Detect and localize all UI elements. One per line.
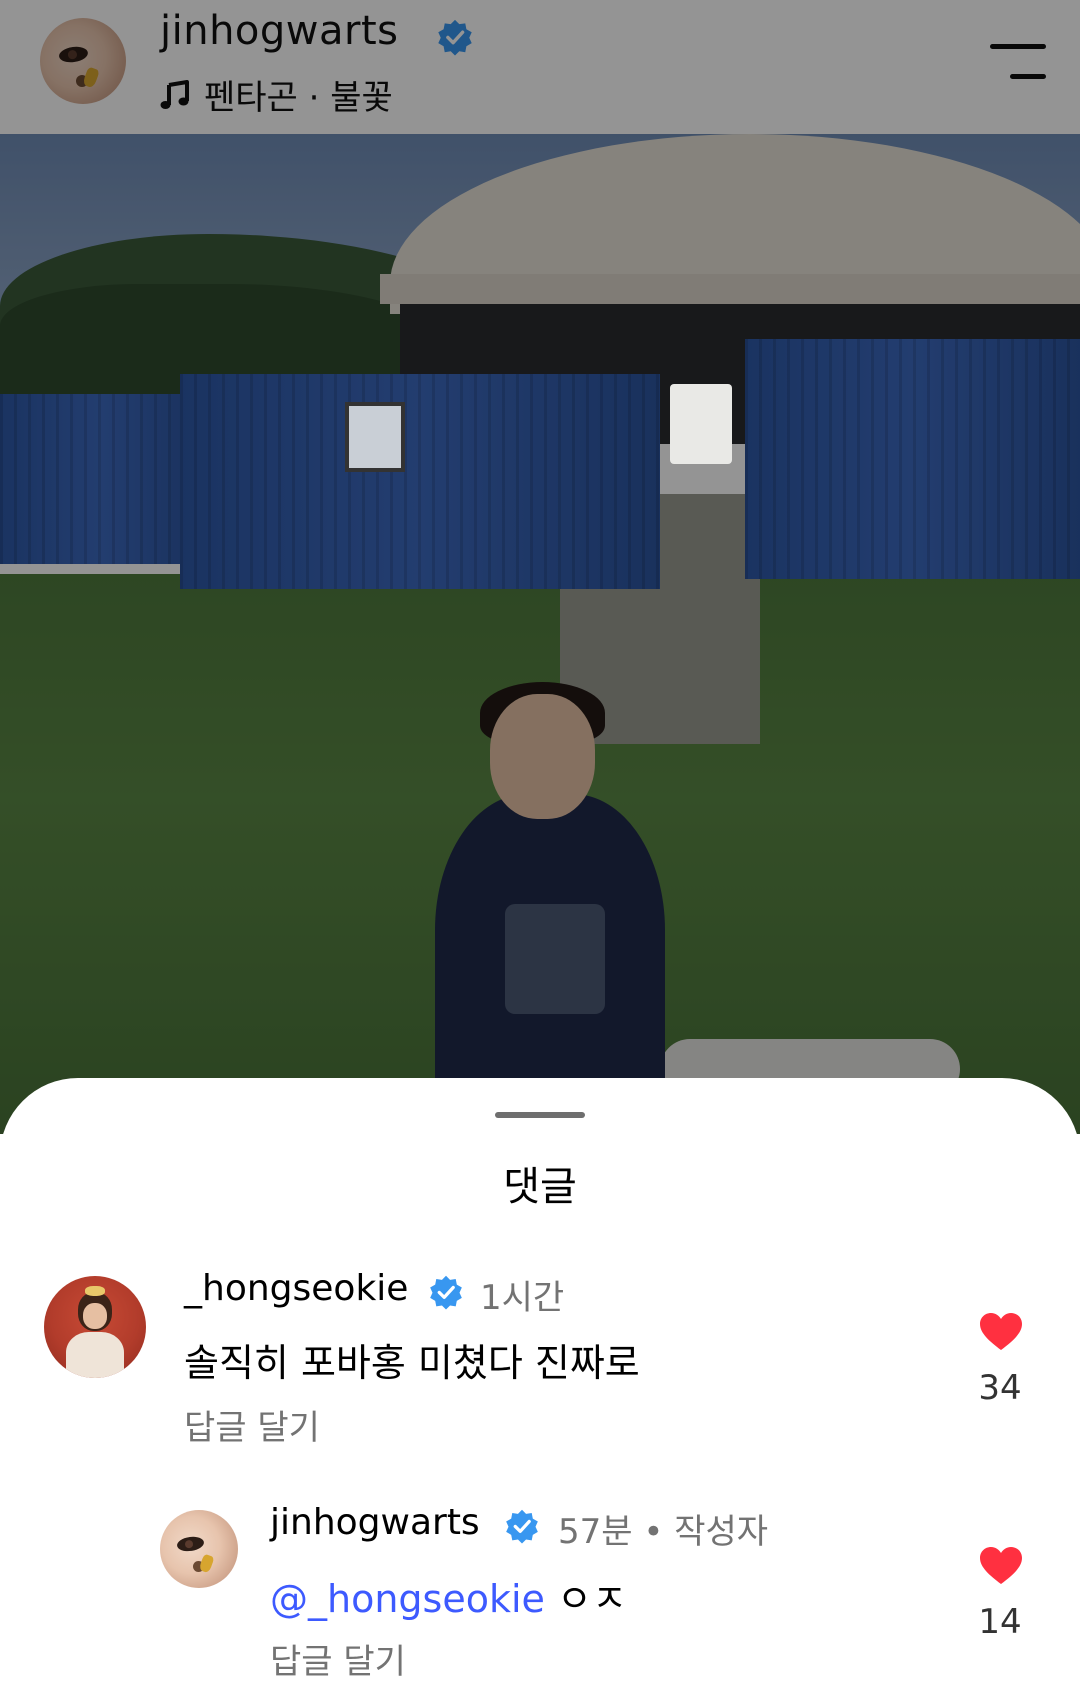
comment-time: 1시간 (480, 1278, 565, 1318)
verified-badge-icon (430, 1275, 462, 1310)
like-count: 14 (978, 1602, 1022, 1642)
comment-time: 57분 • 작성자 (558, 1504, 768, 1553)
sheet-title: 댓글 (503, 1164, 577, 1210)
sheet-backdrop[interactable] (0, 0, 1080, 1134)
comment-avatar[interactable] (160, 1510, 238, 1588)
comment-text: 솔직히 포바홍 미쳤다 진짜로 (184, 1341, 640, 1385)
reply-button[interactable]: 답글 달기 (270, 1634, 406, 1683)
comment-username[interactable]: jinhogwarts (270, 1502, 480, 1543)
comment-username[interactable]: _hongseokie (184, 1268, 408, 1309)
mention-link[interactable]: @_hongseokie (270, 1577, 545, 1621)
like-count: 34 (978, 1368, 1022, 1408)
heart-icon[interactable] (979, 1546, 1023, 1586)
verified-badge-icon (506, 1509, 538, 1544)
comment-body: ㅇㅈ (557, 1577, 627, 1621)
comment-avatar[interactable] (44, 1276, 146, 1378)
comments-sheet: 댓글 _hongseokie 1시간 솔직히 포바홍 미쳤다 진짜로 답글 달기… (0, 1078, 1080, 1693)
sheet-grabber[interactable] (495, 1112, 585, 1118)
author-tag: 작성자 (674, 1512, 769, 1552)
comment-text: @_hongseokie ㅇㅈ (270, 1568, 627, 1623)
reply-button[interactable]: 답글 달기 (184, 1400, 320, 1449)
comment-time-value: 57분 (558, 1512, 633, 1552)
heart-icon[interactable] (979, 1312, 1023, 1352)
separator-dot: • (643, 1512, 675, 1552)
